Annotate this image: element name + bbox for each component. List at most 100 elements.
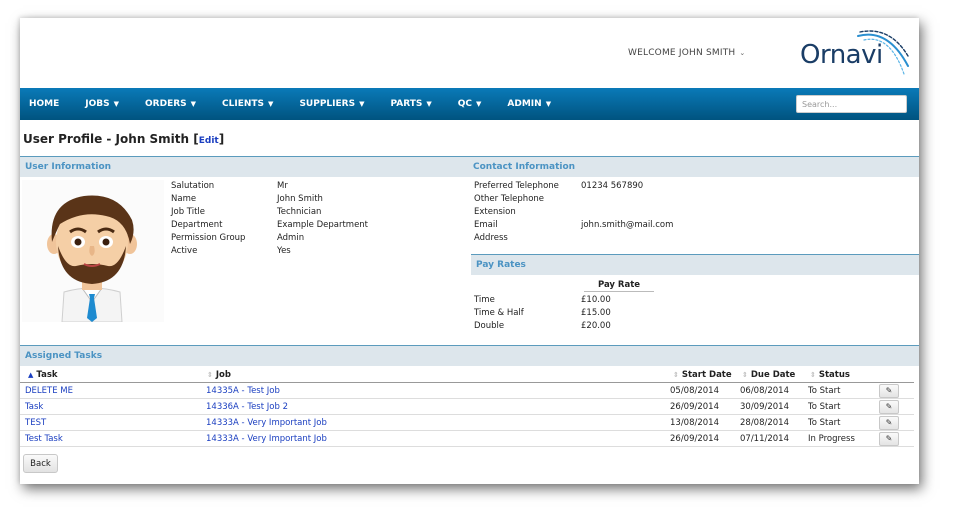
- pay-rate-value: £20.00: [581, 321, 611, 331]
- job-link[interactable]: 14333A - Very Important Job: [206, 418, 327, 428]
- nav-parts[interactable]: PARTS ▼: [377, 88, 444, 120]
- page-title: User Profile - John Smith [Edit]: [23, 132, 224, 146]
- col-status-label: Status: [818, 370, 850, 380]
- nav-home[interactable]: HOME: [20, 88, 72, 120]
- job-link[interactable]: 14333A - Very Important Job: [206, 434, 327, 444]
- caret-down-icon: ▼: [359, 100, 365, 108]
- sort-asc-icon: ▲: [28, 371, 34, 379]
- page-title-text: User Profile - John Smith: [23, 132, 190, 146]
- status: To Start: [808, 402, 841, 412]
- user-menu[interactable]: WELCOME JOHN SMITH ⌄: [628, 48, 745, 58]
- field-value: [581, 206, 673, 219]
- nav-clients-label: CLIENTS: [222, 99, 265, 109]
- start-date: 13/08/2014: [670, 418, 719, 428]
- start-date: 05/08/2014: [670, 386, 719, 396]
- nav-home-label: HOME: [29, 99, 60, 109]
- table-row: TEST 14333A - Very Important Job 13/08/2…: [20, 415, 914, 431]
- field-label: Address: [474, 233, 508, 243]
- sort-icon: ⇕: [810, 371, 816, 379]
- nav-clients[interactable]: CLIENTS ▼: [209, 88, 286, 120]
- field-label: Other Telephone: [474, 194, 545, 204]
- field-value: Mr: [277, 181, 288, 191]
- start-date: 26/09/2014: [670, 434, 719, 444]
- nav-admin-label: ADMIN: [507, 99, 542, 109]
- sort-icon: ⇕: [207, 371, 213, 379]
- col-task[interactable]: ▲ Task: [28, 370, 58, 380]
- caret-down-icon: ▼: [113, 100, 120, 108]
- user-info-header: User Information: [20, 156, 468, 177]
- task-link[interactable]: TEST: [25, 418, 46, 428]
- caret-down-icon: ▼: [476, 100, 482, 108]
- due-date: 30/09/2014: [740, 402, 789, 412]
- edit-link[interactable]: Edit: [199, 136, 219, 146]
- pay-rate-label: Time: [474, 295, 495, 305]
- edit-task-button[interactable]: ✎: [879, 384, 899, 398]
- due-date: 28/08/2014: [740, 418, 789, 428]
- field-value: john.smith@mail.com: [581, 220, 674, 230]
- task-link[interactable]: DELETE ME: [25, 386, 73, 396]
- logo-swoosh-icon: [857, 30, 909, 75]
- nav-suppliers-label: SUPPLIERS: [299, 99, 356, 109]
- sort-icon: ⇕: [673, 371, 679, 379]
- col-job[interactable]: ⇕ Job: [207, 370, 231, 380]
- pay-rate-label: Double: [474, 321, 505, 331]
- main-nav: HOME JOBS ▼ ORDERS ▼ CLIENTS ▼ SUPPLIERS ▼ P…: [20, 88, 919, 120]
- col-due-date[interactable]: ⇕ Due Date: [742, 370, 795, 380]
- pencil-icon: ✎: [885, 402, 893, 411]
- field-label: Preferred Telephone: [474, 181, 559, 191]
- field-value: Admin: [277, 233, 305, 243]
- contact-info-labels: Preferred Telephone Other Telephone Exte…: [474, 180, 559, 245]
- field-label: Name: [171, 194, 197, 204]
- table-row: DELETE ME 14335A - Test Job 05/08/2014 0…: [20, 383, 914, 399]
- task-link[interactable]: Task: [25, 402, 43, 412]
- sort-icon: ⇕: [742, 371, 748, 379]
- field-value: [581, 232, 673, 245]
- pay-rate-label: Time & Half: [474, 308, 524, 318]
- col-due-date-label: Due Date: [750, 370, 796, 380]
- field-value: [581, 193, 673, 206]
- caret-down-icon: ▼: [190, 100, 197, 108]
- ornavi-logo[interactable]: Ornavi: [800, 26, 912, 78]
- table-row: Task 14336A - Test Job 2 26/09/2014 30/0…: [20, 399, 914, 415]
- caret-down-icon: ▼: [268, 100, 274, 108]
- nav-suppliers[interactable]: SUPPLIERS ▼: [286, 88, 377, 120]
- search-input[interactable]: [796, 95, 907, 113]
- field-label: Permission Group: [171, 233, 246, 243]
- app-window: WELCOME JOHN SMITH ⌄ Ornavi HOME JOBS ▼ OR…: [20, 18, 919, 484]
- caret-down-icon: ▼: [426, 100, 432, 108]
- nav-jobs[interactable]: JOBS ▼: [72, 88, 132, 120]
- field-label: Email: [474, 220, 498, 230]
- col-status[interactable]: ⇕ Status: [810, 370, 850, 380]
- pay-rate-values: £10.00 £15.00 £20.00: [581, 294, 611, 333]
- status: To Start: [808, 386, 841, 396]
- nav-qc[interactable]: QC ▼: [445, 88, 495, 120]
- nav-orders[interactable]: ORDERS ▼: [132, 88, 209, 120]
- table-row: Test Task 14333A - Very Important Job 26…: [20, 431, 914, 447]
- field-label: Active: [171, 246, 198, 256]
- edit-task-button[interactable]: ✎: [879, 400, 899, 414]
- nav-qc-label: QC: [457, 99, 473, 109]
- task-link[interactable]: Test Task: [25, 434, 63, 444]
- job-link[interactable]: 14336A - Test Job 2: [206, 402, 288, 412]
- field-label: Salutation: [171, 181, 215, 191]
- pencil-icon: ✎: [885, 434, 893, 443]
- nav-orders-label: ORDERS: [145, 99, 187, 109]
- tasks-table-header: ▲ Task ⇕ Job ⇕ Start Date ⇕ Due Date ⇕ Status: [20, 368, 914, 383]
- start-date: 26/09/2014: [670, 402, 719, 412]
- col-start-date[interactable]: ⇕ Start Date: [673, 370, 732, 380]
- edit-task-button[interactable]: ✎: [879, 432, 899, 446]
- col-job-label: Job: [215, 370, 231, 380]
- back-button[interactable]: Back: [23, 454, 58, 473]
- nav-parts-label: PARTS: [390, 99, 423, 109]
- due-date: 07/11/2014: [740, 434, 789, 444]
- nav-admin[interactable]: ADMIN ▼: [494, 88, 564, 120]
- edit-task-button[interactable]: ✎: [879, 416, 899, 430]
- assigned-tasks-header: Assigned Tasks: [20, 345, 919, 366]
- col-start-date-label: Start Date: [681, 370, 732, 380]
- job-link[interactable]: 14335A - Test Job: [206, 386, 280, 396]
- status: To Start: [808, 418, 841, 428]
- pay-rate-column-header: Pay Rate: [584, 280, 654, 292]
- pay-rate-value: £15.00: [581, 308, 611, 318]
- field-value: Technician: [277, 207, 322, 217]
- pencil-icon: ✎: [885, 418, 893, 427]
